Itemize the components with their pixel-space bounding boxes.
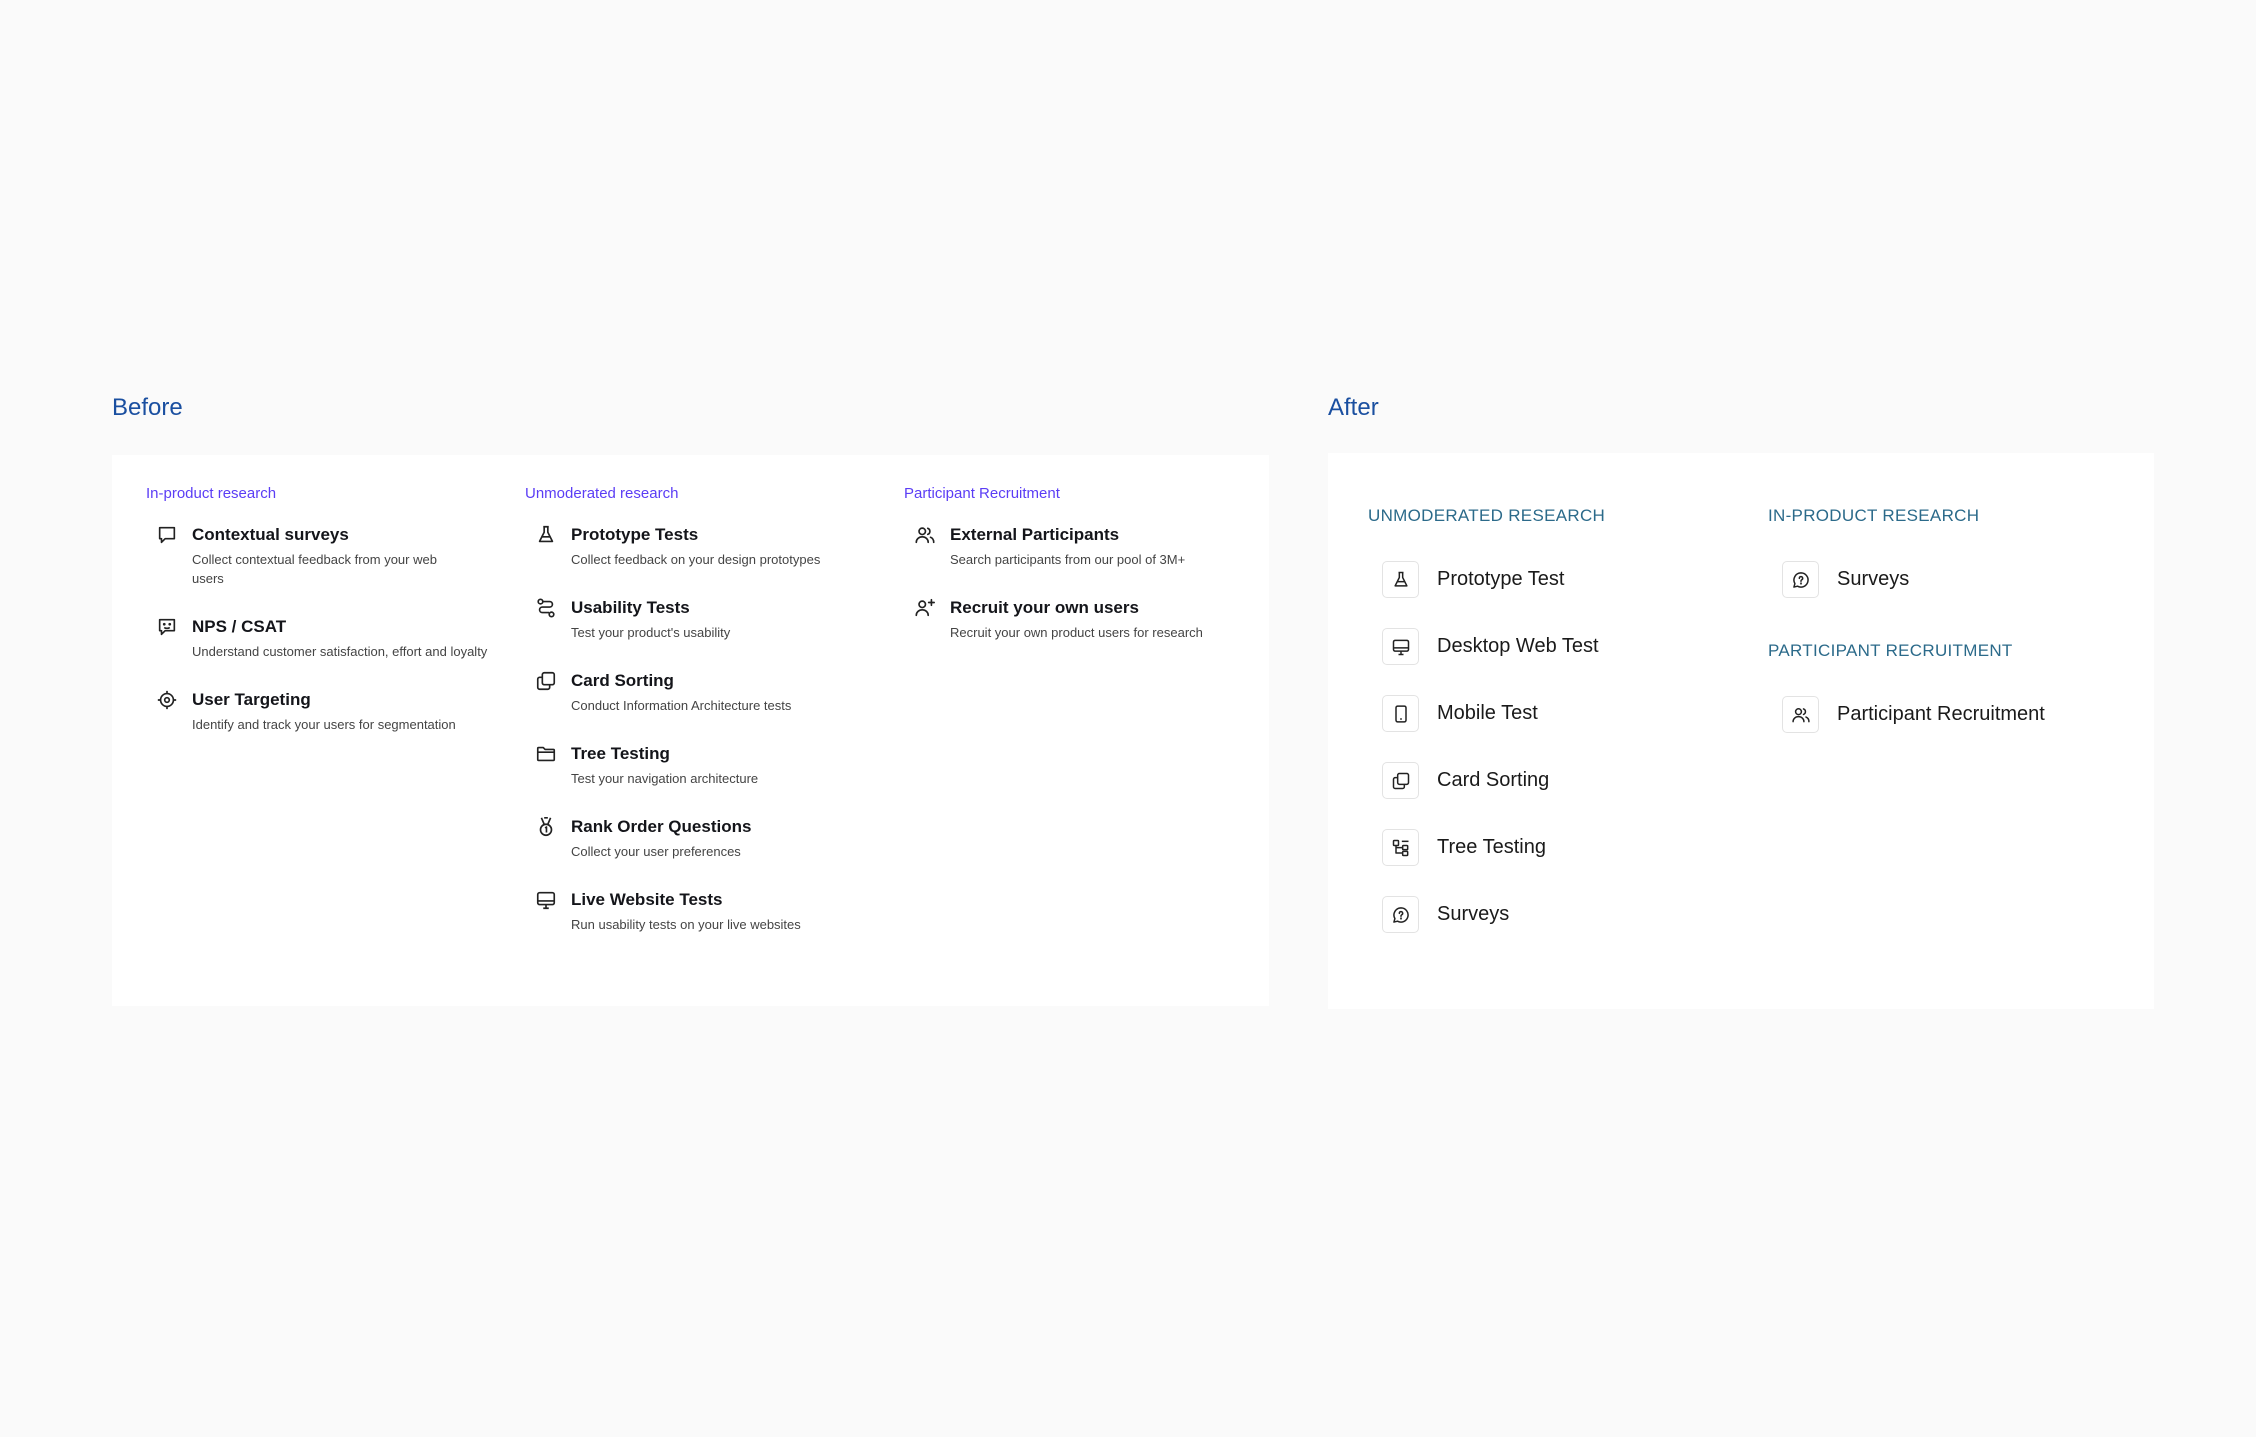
unmoderated-research-column: Unmoderated research Prototype Tests Col… bbox=[491, 485, 836, 962]
monitor-icon bbox=[535, 889, 557, 911]
folder-icon bbox=[535, 743, 557, 765]
item-title: Tree Testing bbox=[571, 744, 670, 763]
mobile-icon bbox=[1382, 695, 1419, 732]
flask-icon bbox=[1382, 561, 1419, 598]
menu-item-participant-recruitment[interactable]: Participant Recruitment bbox=[1728, 681, 2045, 748]
users-icon bbox=[1782, 696, 1819, 733]
column-heading: In-product research bbox=[146, 485, 277, 502]
menu-item-card-sorting[interactable]: Card Sorting bbox=[1328, 747, 1605, 814]
tree-icon bbox=[1382, 829, 1419, 866]
flask-icon bbox=[535, 524, 557, 546]
menu-item-nps-csat[interactable]: NPS / CSAT Understand customer satisfact… bbox=[112, 616, 487, 661]
menu-item-tree-testing[interactable]: Tree Testing Test your navigation archit… bbox=[491, 743, 836, 788]
medal-icon bbox=[535, 816, 557, 838]
monitor-icon bbox=[1382, 628, 1419, 665]
item-label: Mobile Test bbox=[1437, 702, 1538, 724]
item-title: Live Website Tests bbox=[571, 890, 723, 909]
target-icon bbox=[156, 689, 178, 711]
chat-bubble-icon bbox=[156, 524, 178, 546]
column-heading: IN-PRODUCT RESEARCH bbox=[1768, 506, 1980, 525]
column-heading: PARTICIPANT RECRUITMENT bbox=[1768, 641, 2013, 660]
item-label: Prototype Test bbox=[1437, 568, 1565, 590]
cards-icon bbox=[535, 670, 557, 692]
menu-item-card-sorting[interactable]: Card Sorting Conduct Information Archite… bbox=[491, 670, 836, 715]
route-icon bbox=[535, 597, 557, 619]
item-description: Identify and track your users for segmen… bbox=[192, 717, 456, 732]
item-title: Contextual surveys bbox=[192, 525, 349, 544]
question-chat-icon bbox=[1382, 896, 1419, 933]
after-menu-panel: UNMODERATED RESEARCH Prototype Test Desk… bbox=[1328, 453, 2154, 1009]
item-description: Recruit your own product users for resea… bbox=[950, 625, 1203, 640]
menu-item-prototype-test[interactable]: Prototype Test bbox=[1328, 546, 1605, 613]
user-plus-icon bbox=[914, 597, 936, 619]
column-heading: Unmoderated research bbox=[525, 485, 679, 502]
item-description: Collect feedback on your design prototyp… bbox=[571, 552, 821, 567]
item-label: Participant Recruitment bbox=[1837, 703, 2045, 725]
menu-item-recruit-your-own-users[interactable]: Recruit your own users Recruit your own … bbox=[870, 597, 1250, 642]
item-label: Tree Testing bbox=[1437, 836, 1546, 858]
item-description: Collect your user preferences bbox=[571, 844, 741, 859]
item-description: Test your navigation architecture bbox=[571, 771, 759, 786]
item-label: Surveys bbox=[1837, 568, 1910, 590]
item-title: NPS / CSAT bbox=[192, 617, 287, 636]
menu-item-surveys[interactable]: Surveys bbox=[1328, 881, 1605, 948]
menu-item-in-product-surveys[interactable]: Surveys bbox=[1728, 546, 2045, 613]
menu-item-mobile-test[interactable]: Mobile Test bbox=[1328, 680, 1605, 747]
smiley-chat-icon bbox=[156, 616, 178, 638]
before-menu-panel: In-product research Contextual surveys C… bbox=[112, 455, 1269, 1006]
item-title: Prototype Tests bbox=[571, 525, 699, 544]
menu-item-contextual-surveys[interactable]: Contextual surveys Collect contextual fe… bbox=[112, 524, 457, 588]
menu-item-prototype-tests[interactable]: Prototype Tests Collect feedback on your… bbox=[491, 524, 836, 569]
users-icon bbox=[914, 524, 936, 546]
item-title: Rank Order Questions bbox=[571, 817, 752, 836]
item-description: Test your product's usability bbox=[571, 625, 731, 640]
menu-item-rank-order-questions[interactable]: Rank Order Questions Collect your user p… bbox=[491, 816, 836, 861]
item-label: Desktop Web Test bbox=[1437, 635, 1599, 657]
item-description: Conduct Information Architecture tests bbox=[571, 698, 792, 713]
item-title: Usability Tests bbox=[571, 598, 690, 617]
before-title: Before bbox=[112, 394, 183, 421]
item-description: Run usability tests on your live website… bbox=[571, 917, 801, 932]
item-title: Card Sorting bbox=[571, 671, 674, 690]
item-description: Understand customer satisfaction, effort… bbox=[192, 644, 488, 659]
menu-item-live-website-tests[interactable]: Live Website Tests Run usability tests o… bbox=[491, 889, 836, 934]
question-chat-icon bbox=[1782, 561, 1819, 598]
item-title: External Participants bbox=[950, 525, 1120, 544]
in-product-research-column: IN-PRODUCT RESEARCH Surveys PARTICIPANT … bbox=[1768, 506, 2045, 748]
item-description: Search participants from our pool of 3M+ bbox=[950, 552, 1186, 567]
item-title: Recruit your own users bbox=[950, 598, 1139, 617]
item-label: Surveys bbox=[1437, 903, 1510, 925]
participant-recruitment-column: Participant Recruitment External Partici… bbox=[870, 485, 1250, 670]
menu-item-external-participants[interactable]: External Participants Search participant… bbox=[870, 524, 1250, 569]
cards-icon bbox=[1382, 762, 1419, 799]
column-heading: UNMODERATED RESEARCH bbox=[1368, 506, 1606, 525]
unmoderated-research-column: UNMODERATED RESEARCH Prototype Test Desk… bbox=[1368, 506, 1605, 948]
in-product-research-column: In-product research Contextual surveys C… bbox=[112, 485, 487, 762]
menu-item-usability-tests[interactable]: Usability Tests Test your product's usab… bbox=[491, 597, 836, 642]
item-description: Collect contextual feedback from your we… bbox=[192, 552, 437, 586]
after-title: After bbox=[1328, 394, 1379, 421]
menu-item-tree-testing[interactable]: Tree Testing bbox=[1328, 814, 1605, 881]
item-title: User Targeting bbox=[192, 690, 311, 709]
column-heading: Participant Recruitment bbox=[904, 485, 1060, 502]
item-label: Card Sorting bbox=[1437, 769, 1550, 791]
menu-item-user-targeting[interactable]: User Targeting Identify and track your u… bbox=[112, 689, 457, 734]
menu-item-desktop-web-test[interactable]: Desktop Web Test bbox=[1328, 613, 1605, 680]
